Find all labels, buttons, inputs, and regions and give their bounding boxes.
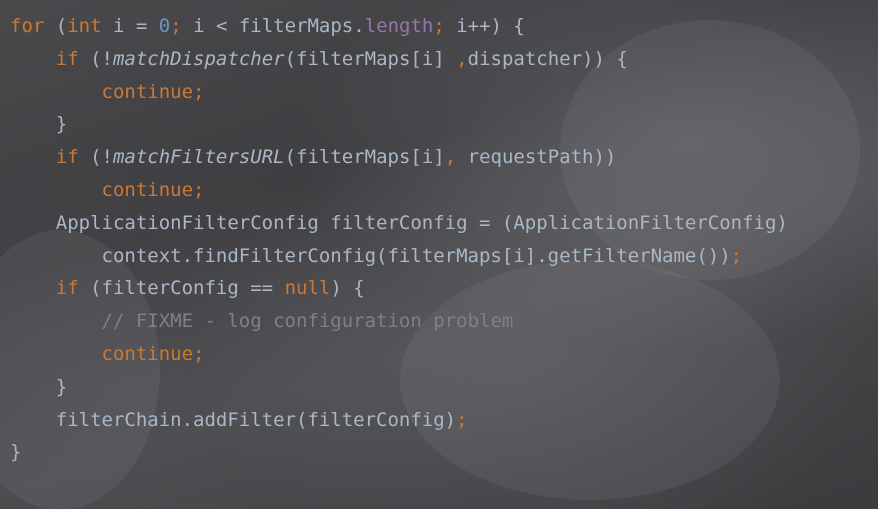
code-token: for xyxy=(10,15,45,37)
code-token: // FIXME - log configuration problem xyxy=(101,310,514,333)
code-token: matchFiltersURL xyxy=(112,146,285,169)
code-line[interactable]: if (!matchDispatcher(filterMaps[i] ,disp… xyxy=(10,43,878,76)
code-token: (! xyxy=(78,47,113,70)
code-token: ( xyxy=(44,15,68,37)
code-token: ; xyxy=(193,342,205,365)
code-token: ; xyxy=(456,408,468,431)
code-token: ; xyxy=(193,80,205,103)
code-token: int xyxy=(67,15,102,37)
code-line[interactable]: if (!matchFiltersURL(filterMaps[i], requ… xyxy=(10,141,878,174)
code-editor[interactable]: for (int i = 0; i < filterMaps.length; i… xyxy=(10,10,878,469)
code-token: (filterConfig == xyxy=(78,277,285,300)
code-token: i = xyxy=(101,15,159,37)
code-token: filterChain.addFilter(filterConfig) xyxy=(10,408,457,431)
code-token: i++) { xyxy=(444,15,525,37)
code-token: (filterMaps[i] xyxy=(284,146,445,169)
code-token: , xyxy=(444,146,457,169)
code-token: } xyxy=(10,441,22,464)
code-token: ; xyxy=(433,15,445,37)
code-token: requestPath)) xyxy=(456,146,617,169)
code-line[interactable]: context.findFilterConfig(filterMaps[i].g… xyxy=(10,240,878,273)
code-token: if xyxy=(55,146,79,169)
code-token: continue xyxy=(101,80,194,103)
code-token: ; xyxy=(193,178,205,201)
code-token: continue xyxy=(101,178,194,201)
code-token: ) { xyxy=(330,277,365,300)
code-line[interactable]: } xyxy=(10,108,878,141)
code-token: ApplicationFilterConfig filterConfig = (… xyxy=(10,211,788,234)
code-line[interactable]: if (filterConfig == null) { xyxy=(10,272,878,305)
code-token: (! xyxy=(78,146,113,169)
code-token: i < filterMaps. xyxy=(181,15,365,37)
code-token: dispatcher)) { xyxy=(467,47,628,70)
code-line[interactable]: // FIXME - log configuration problem xyxy=(10,305,878,338)
code-token: null xyxy=(284,277,331,300)
code-token: (filterMaps[i] xyxy=(284,47,457,70)
code-line[interactable]: continue; xyxy=(10,76,878,109)
code-token: , xyxy=(456,47,468,70)
code-token: } xyxy=(10,113,68,136)
code-token: continue xyxy=(101,342,194,365)
code-token: context.findFilterConfig(filterMaps[i].g… xyxy=(10,244,731,267)
code-line[interactable]: } xyxy=(10,371,878,404)
code-line[interactable]: ApplicationFilterConfig filterConfig = (… xyxy=(10,207,878,240)
code-line[interactable]: filterChain.addFilter(filterConfig); xyxy=(10,404,878,437)
code-token: ; xyxy=(170,15,182,37)
code-line[interactable]: for (int i = 0; i < filterMaps.length; i… xyxy=(10,10,878,43)
code-token: if xyxy=(55,277,79,300)
code-line[interactable]: } xyxy=(10,436,878,469)
code-token: length xyxy=(364,15,434,37)
code-token: if xyxy=(55,47,79,70)
code-token: matchDispatcher xyxy=(112,47,285,70)
code-token: } xyxy=(10,375,68,398)
code-token: ; xyxy=(730,244,743,267)
code-line[interactable]: continue; xyxy=(10,338,878,371)
code-token: 0 xyxy=(158,15,171,37)
code-line[interactable]: continue; xyxy=(10,174,878,207)
